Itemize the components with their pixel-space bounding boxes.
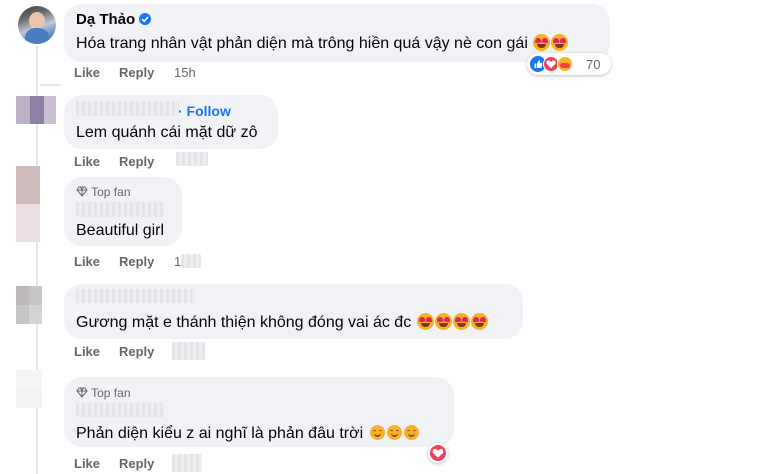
diamond-icon	[76, 186, 88, 197]
heart-eyes-emoji	[416, 313, 434, 330]
reply-link[interactable]: Reply	[119, 65, 154, 80]
comment-text: Phản diện kiểu z ai nghĩ là phản đâu trờ…	[76, 425, 419, 443]
heart-eyes-emoji	[470, 313, 488, 330]
thread-line	[36, 86, 38, 474]
comment-time[interactable]: 15h	[174, 65, 196, 80]
reply-link[interactable]: Reply	[119, 456, 154, 471]
diamond-icon	[76, 387, 88, 398]
top-fan-badge: Top fan	[76, 185, 131, 199]
like-link[interactable]: Like	[74, 456, 100, 471]
reply-link[interactable]: Reply	[119, 154, 154, 169]
thread-line	[40, 84, 60, 86]
like-link[interactable]: Like	[74, 154, 100, 169]
grin-emoji	[386, 425, 402, 440]
reaction-summary[interactable]	[428, 443, 448, 463]
follow-link[interactable]: · Follow	[178, 103, 231, 119]
hidden-author-name[interactable]	[76, 289, 196, 303]
reply-link[interactable]: Reply	[119, 344, 154, 359]
hidden-timestamp	[172, 454, 202, 472]
author-name[interactable]: Dạ Thảo	[76, 11, 135, 28]
reaction-summary[interactable]: 70	[527, 53, 611, 75]
like-link[interactable]: Like	[74, 65, 100, 80]
hidden-author-name[interactable]	[76, 202, 164, 217]
avatar[interactable]	[16, 286, 42, 324]
like-link[interactable]: Like	[74, 344, 100, 359]
comment-author[interactable]: Dạ Thảo	[76, 11, 152, 28]
avatar[interactable]	[16, 370, 42, 408]
thread-line	[36, 46, 38, 86]
comment-text: Gương mặt e thánh thiện không đóng vai á…	[76, 313, 488, 332]
love-icon	[430, 445, 446, 461]
hidden-author-name[interactable]	[76, 403, 164, 417]
avatar[interactable]	[16, 96, 56, 124]
avatar[interactable]	[18, 6, 56, 44]
grin-emoji	[369, 425, 385, 440]
avatar[interactable]	[16, 166, 40, 242]
care-icon	[557, 56, 573, 72]
heart-eyes-emoji	[551, 34, 569, 51]
like-link[interactable]: Like	[74, 254, 100, 269]
hidden-author-name[interactable]	[76, 101, 179, 116]
reaction-count: 70	[586, 57, 601, 72]
hidden-timestamp	[181, 254, 201, 268]
hidden-timestamp	[176, 152, 208, 166]
hidden-timestamp	[172, 342, 205, 360]
comment-text: Hóa trang nhân vật phản diện mà trông hi…	[76, 34, 569, 53]
reply-link[interactable]: Reply	[119, 254, 154, 269]
heart-eyes-emoji	[533, 34, 551, 51]
grin-emoji	[403, 425, 419, 440]
top-fan-badge: Top fan	[76, 386, 131, 400]
verified-icon	[139, 13, 152, 25]
heart-eyes-emoji	[434, 313, 452, 330]
heart-eyes-emoji	[452, 313, 470, 330]
comment-text: Beautiful girl	[76, 222, 165, 239]
comment-text: Lem quánh cái mặt dữ zô	[76, 124, 258, 141]
